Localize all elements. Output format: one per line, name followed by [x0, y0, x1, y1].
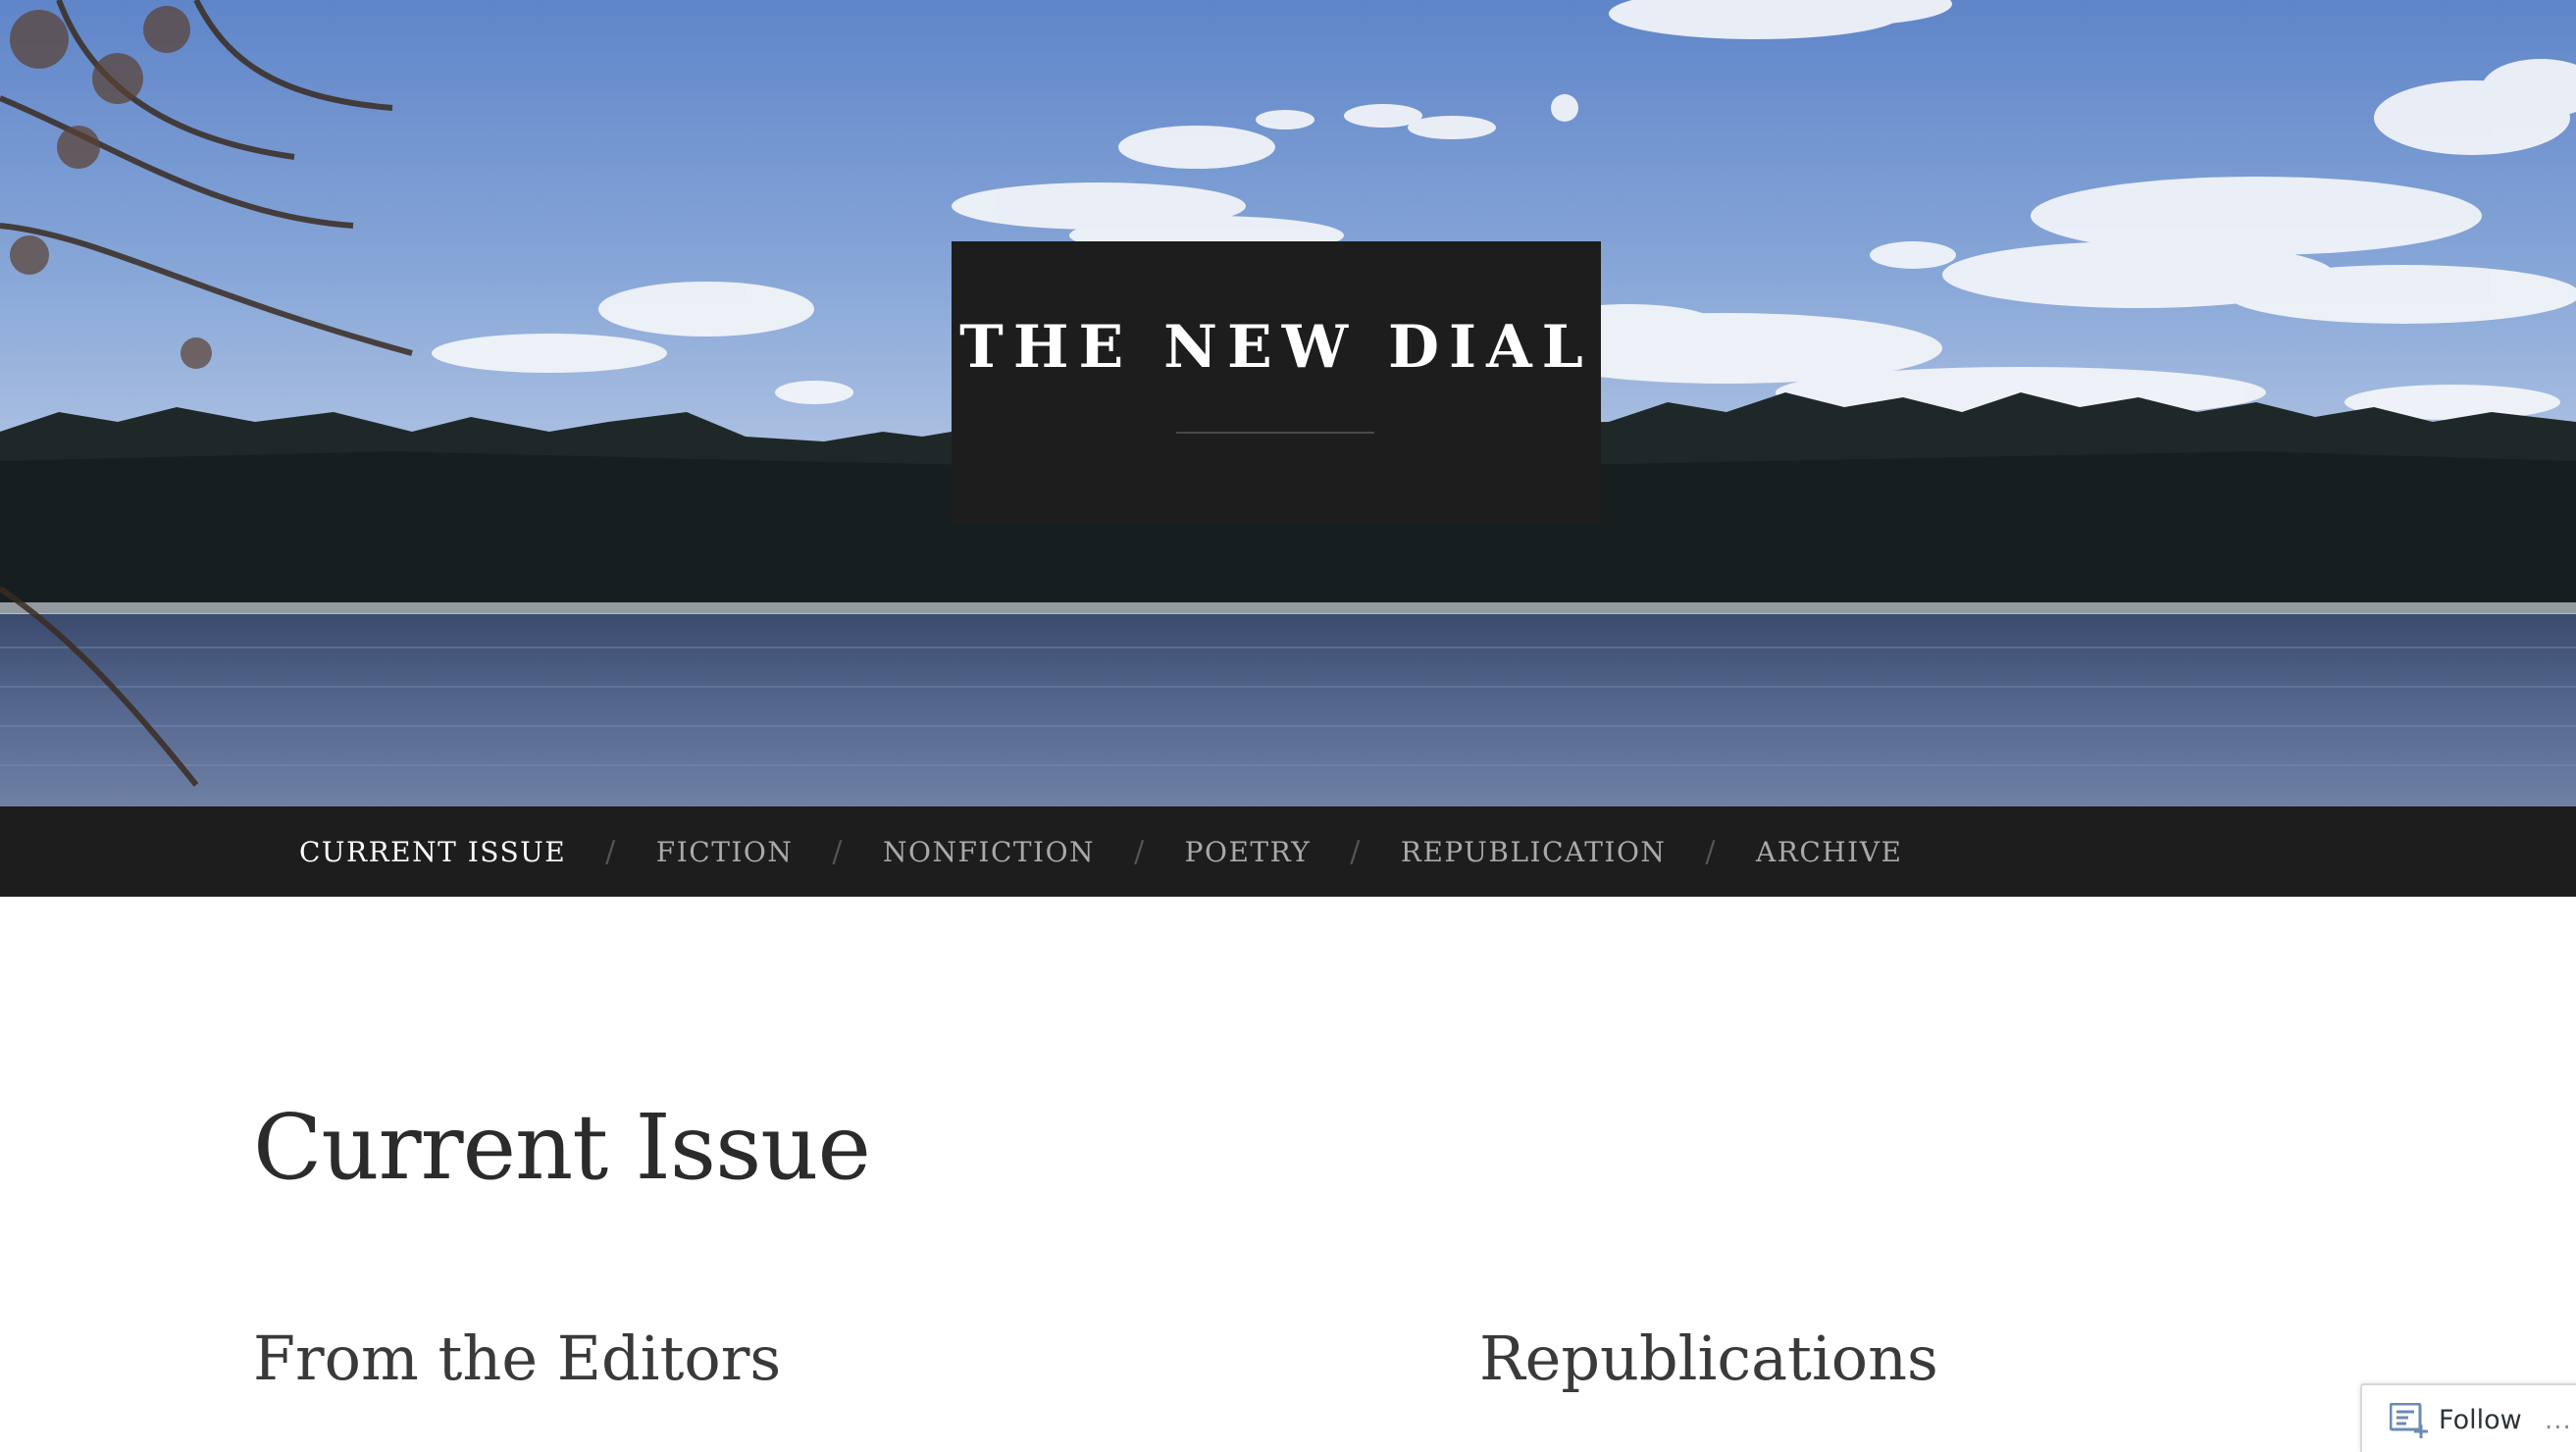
nav-separator: / [605, 834, 617, 869]
nav-separator: / [1350, 834, 1362, 869]
section-heading-republications: Republications [1479, 1322, 1938, 1394]
title-divider [1176, 432, 1374, 434]
nav-item-poetry[interactable]: POETRY [1185, 836, 1312, 868]
nav-item-nonfiction[interactable]: NONFICTION [883, 836, 1095, 868]
nav-item-archive[interactable]: ARCHIVE [1756, 836, 1902, 868]
reader-follow-icon [2390, 1403, 2428, 1438]
more-options-icon[interactable]: ... [2545, 1403, 2572, 1438]
nav-separator: / [1705, 834, 1718, 869]
page-title: Current Issue [253, 1095, 871, 1200]
nav-item-current-issue[interactable]: CURRENT ISSUE [299, 836, 566, 868]
nav-item-fiction[interactable]: FICTION [656, 836, 794, 868]
header-image: THE NEW DIAL [0, 0, 2576, 806]
nav-separator: / [832, 834, 844, 869]
follow-label: Follow [2439, 1405, 2522, 1435]
section-heading-from-the-editors: From the Editors [253, 1322, 782, 1394]
primary-navigation: CURRENT ISSUE / FICTION / NONFICTION / P… [0, 806, 2576, 897]
nav-separator: / [1134, 834, 1146, 869]
site-title[interactable]: THE NEW DIAL [952, 308, 1601, 387]
site-title-box: THE NEW DIAL [952, 241, 1601, 524]
nav-item-republication[interactable]: REPUBLICATION [1401, 836, 1667, 868]
follow-button[interactable]: Follow ... [2360, 1383, 2576, 1452]
